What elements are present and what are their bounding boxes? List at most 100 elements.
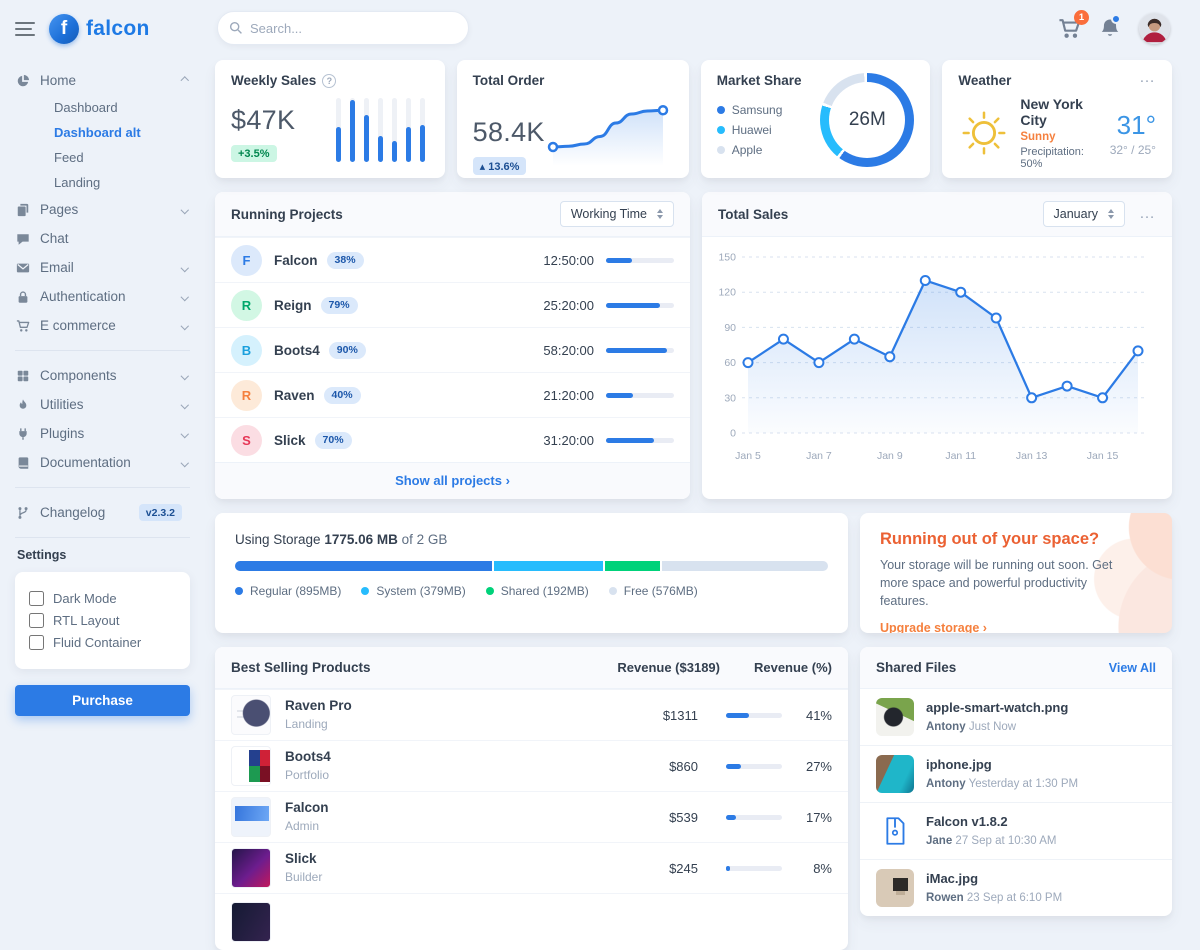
file-name: apple-smart-watch.png xyxy=(926,700,1068,715)
sidebar-item-landing[interactable]: Landing xyxy=(15,170,190,195)
file-row-imac-jpg[interactable]: iMac.jpgRowen 23 Sep at 6:10 PM xyxy=(860,859,1172,916)
more-menu-icon[interactable] xyxy=(1139,73,1156,83)
checkbox-rtl-layout[interactable]: RTL Layout xyxy=(29,613,176,628)
project-row-boots4[interactable]: BBoots490%58:20:00 xyxy=(215,327,690,372)
product-row-raven-pro[interactable]: Raven ProLanding$131141% xyxy=(215,689,848,740)
help-icon[interactable] xyxy=(322,74,336,88)
file-owner: Antony xyxy=(926,778,966,790)
cart-button[interactable]: 1 xyxy=(1058,17,1081,40)
sidebar-item-pages[interactable]: Pages xyxy=(15,195,190,224)
mini-bar xyxy=(406,98,411,162)
sidebar-item-components[interactable]: Components xyxy=(15,361,190,390)
sidebar-item-documentation[interactable]: Documentation xyxy=(15,448,190,477)
product-progress xyxy=(726,815,782,820)
project-row-slick[interactable]: SSlick70%31:20:00 xyxy=(215,417,690,462)
file-row-iphone-jpg[interactable]: iphone.jpgAntony Yesterday at 1:30 PM xyxy=(860,745,1172,802)
sidebar-item-plugins[interactable]: Plugins xyxy=(15,419,190,448)
file-time: Just Now xyxy=(969,721,1016,733)
storage-legend-free-576mb-: Free (576MB) xyxy=(609,584,698,598)
file-time: 27 Sep at 10:30 AM xyxy=(955,835,1056,847)
storage-segment-regular-895mb- xyxy=(235,561,492,571)
sidebar-item-feed[interactable]: Feed xyxy=(15,145,190,170)
storage-used: 1775.06 MB xyxy=(324,532,398,547)
hamburger-menu-icon[interactable] xyxy=(15,20,35,39)
sidebar-item-label: Changelog xyxy=(40,505,130,520)
rtl-layout-checkbox[interactable] xyxy=(29,613,44,628)
checkbox-fluid-container[interactable]: Fluid Container xyxy=(29,635,176,650)
product-row-boots4[interactable]: Boots4Portfolio$86027% xyxy=(215,740,848,791)
checkbox-dark-mode[interactable]: Dark Mode xyxy=(29,591,176,606)
cart-badge: 1 xyxy=(1074,10,1089,25)
sidebar-item-email[interactable]: Email xyxy=(15,253,190,282)
project-avatar: S xyxy=(231,425,262,456)
product-category: Builder xyxy=(285,870,322,884)
project-row-raven[interactable]: RRaven40%21:20:00 xyxy=(215,372,690,417)
sidebar-item-authentication[interactable]: Authentication xyxy=(15,282,190,311)
products-title: Best Selling Products xyxy=(231,660,371,675)
total-sales-title: Total Sales xyxy=(718,207,788,222)
svg-text:Jan 15: Jan 15 xyxy=(1087,450,1119,462)
sidebar-item-chat[interactable]: Chat xyxy=(15,224,190,253)
month-select[interactable]: January xyxy=(1043,201,1125,227)
file-row-falcon-v1-8-2[interactable]: Falcon v1.8.2Jane 27 Sep at 10:30 AM xyxy=(860,802,1172,859)
total-order-value: 58.4K xyxy=(473,117,545,148)
product-row-slick[interactable]: SlickBuilder$2458% xyxy=(215,842,848,893)
project-time: 21:20:00 xyxy=(543,388,594,403)
chevron-down-icon xyxy=(180,430,188,438)
show-all-projects-link[interactable]: Show all projects › xyxy=(395,473,510,488)
product-row-partial[interactable] xyxy=(215,893,848,950)
brand-logo[interactable]: f falcon xyxy=(49,14,150,44)
product-name: Raven Pro xyxy=(285,698,352,713)
products-list: Raven ProLanding$131141%Boots4Portfolio$… xyxy=(215,689,848,950)
svg-text:0: 0 xyxy=(730,428,736,440)
weather-card: Weather New York City Sunny Precipi xyxy=(942,60,1172,178)
svg-text:Jan 11: Jan 11 xyxy=(945,450,976,462)
fluid-container-checkbox[interactable] xyxy=(29,635,44,650)
product-progress xyxy=(726,764,782,769)
sidebar-item-label: Home xyxy=(40,73,173,88)
project-row-falcon[interactable]: FFalcon38%12:50:00 xyxy=(215,237,690,282)
mini-bar xyxy=(350,98,355,162)
product-revenue: $245 xyxy=(606,861,726,876)
file-thumbnail xyxy=(876,812,914,850)
project-name: Slick xyxy=(274,433,306,448)
chevron-down-icon xyxy=(180,322,188,330)
search-input[interactable] xyxy=(217,11,469,45)
running-projects-title: Running Projects xyxy=(231,207,343,222)
project-row-reign[interactable]: RReign79%25:20:00 xyxy=(215,282,690,327)
caret-up-icon: ▴ xyxy=(480,161,486,173)
file-row-apple-smart-watch-png[interactable]: apple-smart-watch.pngAntony Just Now xyxy=(860,689,1172,745)
view-all-link[interactable]: View All xyxy=(1109,661,1156,675)
product-row-falcon[interactable]: FalconAdmin$53917% xyxy=(215,791,848,842)
purchase-button[interactable]: Purchase xyxy=(15,685,190,716)
mini-bar xyxy=(378,98,383,162)
sidebar-item-label: Components xyxy=(40,368,173,383)
sidebar-item-home[interactable]: Home xyxy=(15,66,190,95)
sidebar-item-dashboard-alt[interactable]: Dashboard alt xyxy=(15,120,190,145)
weekly-sales-card: Weekly Sales $47K +3.5% xyxy=(215,60,445,178)
sidebar-divider xyxy=(15,537,190,538)
product-thumbnail xyxy=(231,746,271,786)
legend-dot xyxy=(717,146,725,154)
working-time-select[interactable]: Working Time xyxy=(560,201,674,227)
legend-dot xyxy=(361,587,369,595)
user-avatar[interactable] xyxy=(1139,13,1170,44)
market-share-legend: SamsungHuaweiApple xyxy=(717,103,783,157)
upgrade-title: Running out of your space? xyxy=(880,530,1152,549)
upgrade-body: Your storage will be running out soon. G… xyxy=(880,556,1130,610)
dark-mode-checkbox[interactable] xyxy=(29,591,44,606)
notifications-button[interactable] xyxy=(1099,17,1121,39)
more-menu-icon[interactable] xyxy=(1139,209,1156,219)
running-projects-card: Running Projects Working Time FFalcon38%… xyxy=(215,192,690,499)
sidebar-item-dashboard[interactable]: Dashboard xyxy=(15,95,190,120)
weather-range: 32° / 25° xyxy=(1110,143,1156,157)
upgrade-storage-link[interactable]: Upgrade storage › xyxy=(880,621,987,633)
pie-chart-icon xyxy=(15,74,31,88)
documentation-icon xyxy=(15,456,31,470)
sidebar-item-utilities[interactable]: Utilities xyxy=(15,390,190,419)
sidebar-item-changelog[interactable]: Changelogv2.3.2 xyxy=(15,498,190,527)
product-pct: 27% xyxy=(782,759,832,774)
sidebar-item-e-commerce[interactable]: E commerce xyxy=(15,311,190,340)
shared-files-title: Shared Files xyxy=(876,660,956,675)
legend-dot xyxy=(717,126,725,134)
